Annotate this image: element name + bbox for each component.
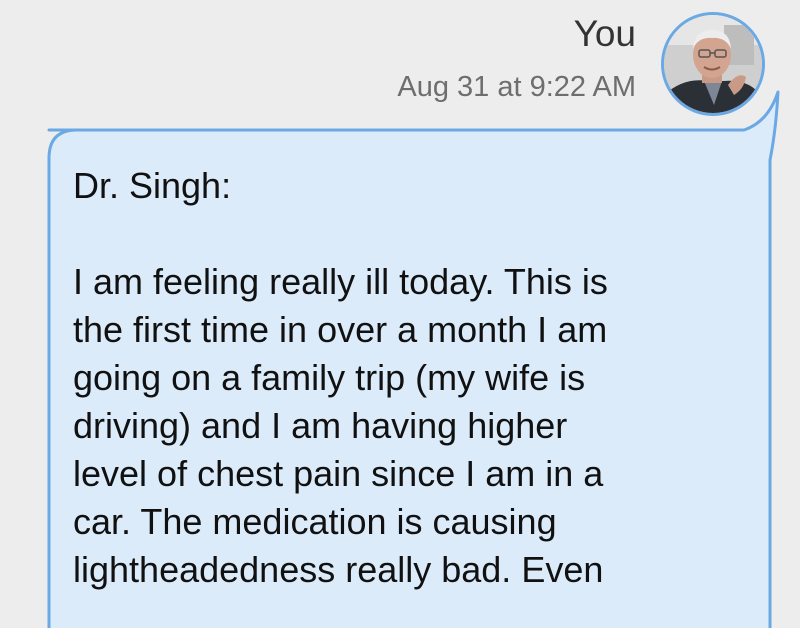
message-body: Dr. Singh: I am feeling really ill today… — [73, 162, 733, 594]
message-text: I am feeling really ill today. This is t… — [73, 261, 608, 590]
message-header: You Aug 31 at 9:22 AM — [0, 0, 800, 130]
sender-name: You — [573, 13, 636, 54]
user-photo-avatar-icon — [664, 15, 762, 113]
message-timestamp: Aug 31 at 9:22 AM — [397, 71, 636, 103]
message-salutation: Dr. Singh: — [73, 165, 232, 206]
avatar[interactable] — [661, 12, 765, 116]
